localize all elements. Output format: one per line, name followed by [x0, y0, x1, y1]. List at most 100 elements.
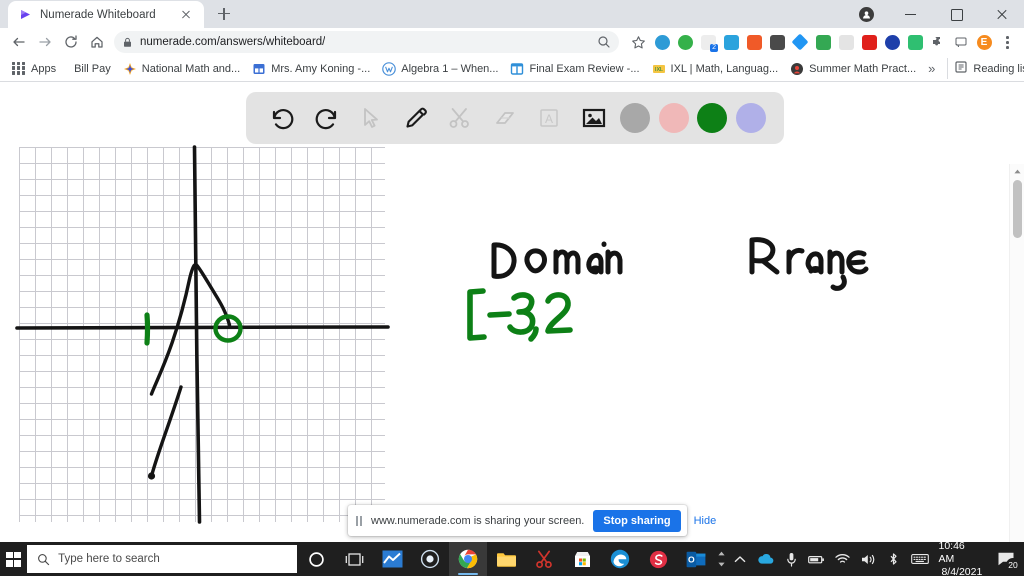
layout-icon	[510, 62, 524, 76]
curve-tail-ink	[150, 385, 183, 477]
swatch-gray[interactable]	[620, 103, 651, 133]
screen: Numerade Whiteboard numerade.com/answers…	[0, 0, 1024, 576]
notification-icon[interactable]: 20	[990, 542, 1022, 576]
browser-tab-strip: Numerade Whiteboard	[0, 0, 1024, 28]
extension-diamond-blue[interactable]	[789, 31, 811, 53]
snagit-icon[interactable]	[639, 542, 677, 576]
x-axis-ink	[15, 325, 390, 330]
edge-icon[interactable]	[601, 542, 639, 576]
swatch-periwinkle[interactable]	[735, 103, 766, 133]
bookmark-item-national-math[interactable]: National Math and...	[117, 60, 246, 78]
extension-add-green[interactable]	[674, 31, 696, 53]
window-maximize-button[interactable]	[934, 0, 979, 28]
extension-adobe-pdf[interactable]	[858, 31, 880, 53]
image-icon[interactable]	[576, 100, 612, 136]
onedrive-icon[interactable]	[753, 542, 779, 576]
extension-puzzle-icon[interactable]	[927, 31, 949, 53]
outlook-icon[interactable]: O	[677, 542, 715, 576]
cortana-icon[interactable]	[297, 542, 335, 576]
text-icon[interactable]: A	[531, 100, 567, 136]
cursor-select-icon[interactable]	[353, 100, 389, 136]
bookmarks-overflow-button[interactable]: »	[922, 61, 941, 76]
microsoft-store-icon[interactable]	[563, 542, 601, 576]
eraser-icon[interactable]	[487, 100, 523, 136]
bookmark-item-ixl[interactable]: IXL IXL | Math, Languag...	[646, 60, 785, 78]
extension-kami-blue[interactable]	[881, 31, 903, 53]
swatch-green[interactable]	[697, 103, 728, 133]
redo-icon[interactable]	[309, 100, 345, 136]
bookmark-label: Bill Pay	[74, 62, 111, 75]
address-bar-url: numerade.com/answers/whiteboard/	[140, 36, 326, 48]
bookmark-item-mrs-amy-koning[interactable]: Mrs. Amy Koning -...	[246, 60, 376, 78]
undo-icon[interactable]	[264, 100, 300, 136]
tray-scroll-arrows[interactable]	[715, 542, 727, 576]
taskbar-app-target-icon[interactable]	[411, 542, 449, 576]
whiteboard-toolbar: A	[246, 92, 784, 144]
new-tab-button[interactable]	[210, 0, 238, 28]
bookmark-item-summer-math[interactable]: Summer Math Pract...	[784, 60, 922, 78]
zoom-search-icon[interactable]	[597, 35, 611, 49]
pen-icon[interactable]	[398, 100, 434, 136]
bookmark-apps[interactable]: Apps	[6, 60, 62, 78]
bookmark-item-final-exam-review[interactable]: Final Exam Review -...	[504, 60, 645, 78]
domain-handwriting	[491, 241, 623, 279]
bookmark-item-bill-pay[interactable]: Bill Pay	[62, 61, 117, 77]
extension-dark-tool[interactable]	[766, 31, 788, 53]
windows-start-icon[interactable]	[0, 542, 27, 576]
whiteboard-canvas[interactable]	[0, 82, 1010, 542]
svg-text:A: A	[545, 112, 553, 126]
extension-bookmark-red[interactable]	[743, 31, 765, 53]
star-burst-icon	[123, 62, 137, 76]
extension-faded[interactable]	[835, 31, 857, 53]
clock-date: 8/4/2021	[941, 565, 983, 576]
bookmarks-overflow: » Reading list	[922, 58, 1024, 79]
scroll-up-arrow-icon[interactable]	[1010, 164, 1024, 179]
battery-icon[interactable]	[804, 542, 830, 576]
touch-keyboard-icon[interactable]	[907, 542, 933, 576]
window-minimize-button[interactable]	[889, 0, 934, 28]
profile-avatar-icon[interactable]	[844, 0, 889, 28]
stop-sharing-button[interactable]: Stop sharing	[593, 509, 681, 532]
back-arrow-icon[interactable]	[6, 29, 32, 55]
taskbar-search-placeholder: Type here to search	[58, 553, 160, 565]
star-icon[interactable]	[625, 29, 651, 55]
extension-grammarly[interactable]	[651, 31, 673, 53]
extension-clipboard-badge[interactable]: 2	[697, 31, 719, 53]
extension-cast-green[interactable]	[812, 31, 834, 53]
extension-save-green[interactable]	[904, 31, 926, 53]
window-close-button[interactable]	[979, 0, 1024, 28]
taskbar-search-input[interactable]: Type here to search	[27, 545, 298, 573]
hide-sharing-bar-button[interactable]: Hide	[690, 511, 721, 531]
scroll-thumb[interactable]	[1013, 180, 1022, 238]
bookmark-label: Final Exam Review -...	[529, 62, 640, 75]
page-scrollbar[interactable]	[1009, 164, 1024, 542]
tab-close-icon[interactable]	[178, 7, 194, 23]
dark-circle-icon	[790, 62, 804, 76]
three-dot-menu-icon[interactable]	[996, 31, 1018, 53]
whiteboard-page: A	[0, 82, 1024, 542]
address-bar[interactable]: numerade.com/answers/whiteboard/	[114, 31, 619, 53]
extension-refresh-blue[interactable]	[720, 31, 742, 53]
microphone-icon[interactable]	[778, 542, 804, 576]
browser-tab[interactable]: Numerade Whiteboard	[8, 1, 204, 28]
bookmark-item-algebra-1[interactable]: Algebra 1 – When...	[376, 60, 504, 78]
extension-cast-icon[interactable]	[950, 31, 972, 53]
volume-icon[interactable]	[855, 542, 881, 576]
forward-arrow-icon[interactable]	[32, 29, 58, 55]
snip-sketch-icon[interactable]	[525, 542, 563, 576]
home-icon[interactable]	[84, 29, 110, 55]
swatch-pink[interactable]	[658, 103, 689, 133]
extension-profile-e[interactable]: E	[973, 31, 995, 53]
taskbar-app-blue-icon[interactable]	[373, 542, 411, 576]
taskbar-clock[interactable]: 10:46 AM 8/4/2021	[932, 540, 990, 576]
reading-list-button[interactable]: Reading list	[947, 58, 1024, 79]
show-hidden-icons-chevron-icon[interactable]	[727, 542, 753, 576]
scissors-icon[interactable]	[442, 100, 478, 136]
wifi-icon[interactable]	[830, 542, 856, 576]
reload-icon[interactable]	[58, 29, 84, 55]
bluetooth-icon[interactable]	[881, 542, 907, 576]
chrome-icon[interactable]	[449, 542, 488, 576]
pause-icon[interactable]	[356, 515, 362, 526]
file-explorer-icon[interactable]	[487, 542, 525, 576]
task-view-icon[interactable]	[335, 542, 373, 576]
